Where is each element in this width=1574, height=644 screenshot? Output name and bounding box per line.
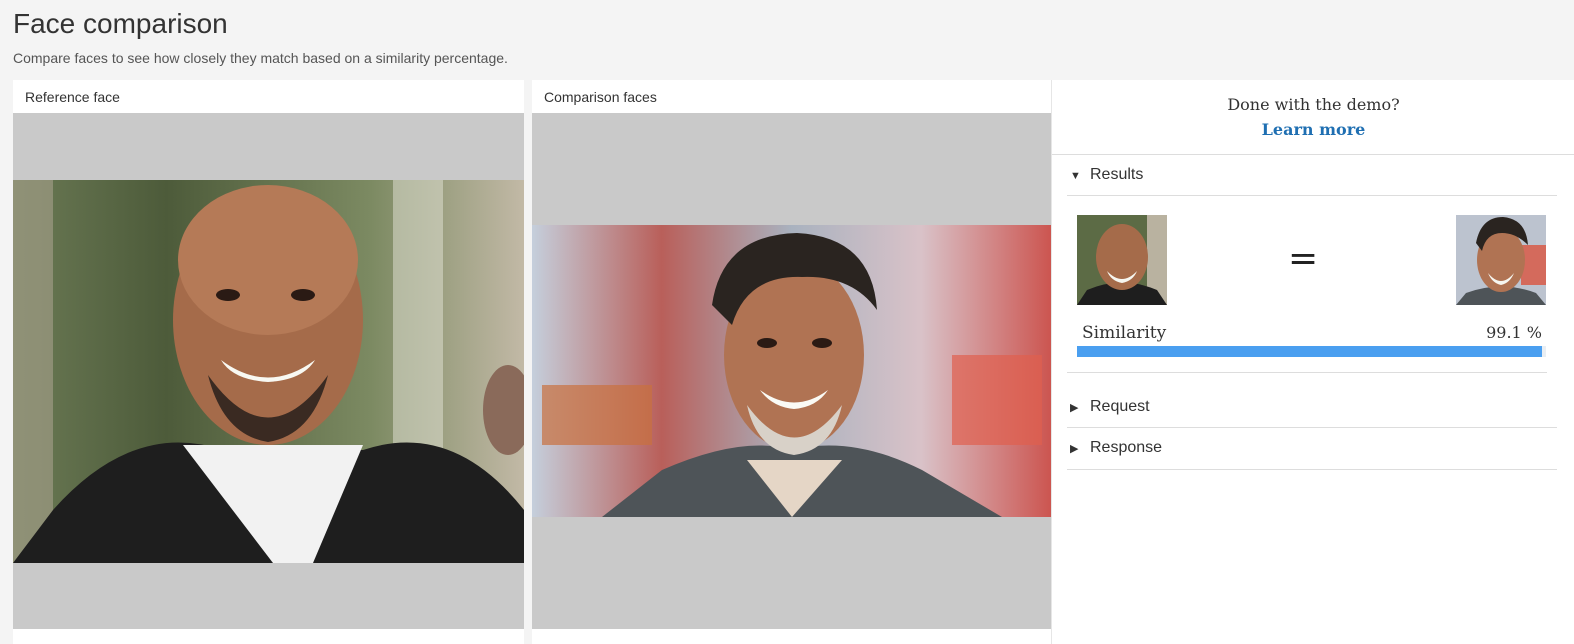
results-sidebar: Done with the demo? Learn more ▼ Results … bbox=[1051, 80, 1574, 644]
divider bbox=[1067, 372, 1547, 373]
done-with-demo-text: Done with the demo? bbox=[1227, 95, 1400, 114]
divider bbox=[1067, 195, 1557, 196]
reference-panel: Reference face bbox=[13, 80, 524, 644]
similarity-bar-fill bbox=[1077, 346, 1542, 357]
learn-more-link[interactable]: Learn more bbox=[1052, 120, 1574, 139]
reference-face-image bbox=[13, 180, 524, 563]
page-subtitle: Compare faces to see how closely they ma… bbox=[13, 50, 508, 66]
comparison-face-thumbnail bbox=[1456, 215, 1546, 305]
divider bbox=[1052, 154, 1574, 155]
similarity-bar bbox=[1077, 346, 1546, 357]
request-section-toggle[interactable]: ▶ Request bbox=[1070, 398, 1150, 416]
reference-face-label: Reference face bbox=[25, 89, 120, 105]
comparison-faces-label: Comparison faces bbox=[544, 89, 657, 105]
results-section-toggle[interactable]: ▼ Results bbox=[1070, 166, 1143, 184]
divider bbox=[1067, 469, 1557, 470]
comparison-face-image bbox=[532, 225, 1051, 517]
equals-icon: = bbox=[1288, 238, 1319, 279]
caret-right-icon: ▶ bbox=[1070, 402, 1079, 414]
response-section-toggle[interactable]: ▶ Response bbox=[1070, 439, 1162, 457]
reference-drop-area[interactable] bbox=[13, 113, 524, 629]
page-title: Face comparison bbox=[13, 8, 228, 39]
request-section-label: Request bbox=[1090, 398, 1150, 415]
divider bbox=[1067, 427, 1557, 428]
reference-face-thumbnail bbox=[1077, 215, 1167, 305]
caret-down-icon: ▼ bbox=[1070, 170, 1081, 182]
comparison-panel: Comparison faces bbox=[532, 80, 1051, 644]
similarity-label: Similarity bbox=[1082, 323, 1167, 343]
response-section-label: Response bbox=[1090, 439, 1163, 456]
comparison-drop-area[interactable] bbox=[532, 113, 1051, 629]
results-section-label: Results bbox=[1090, 166, 1144, 183]
similarity-value: 99.1 % bbox=[1486, 323, 1542, 342]
caret-right-icon: ▶ bbox=[1070, 443, 1079, 455]
